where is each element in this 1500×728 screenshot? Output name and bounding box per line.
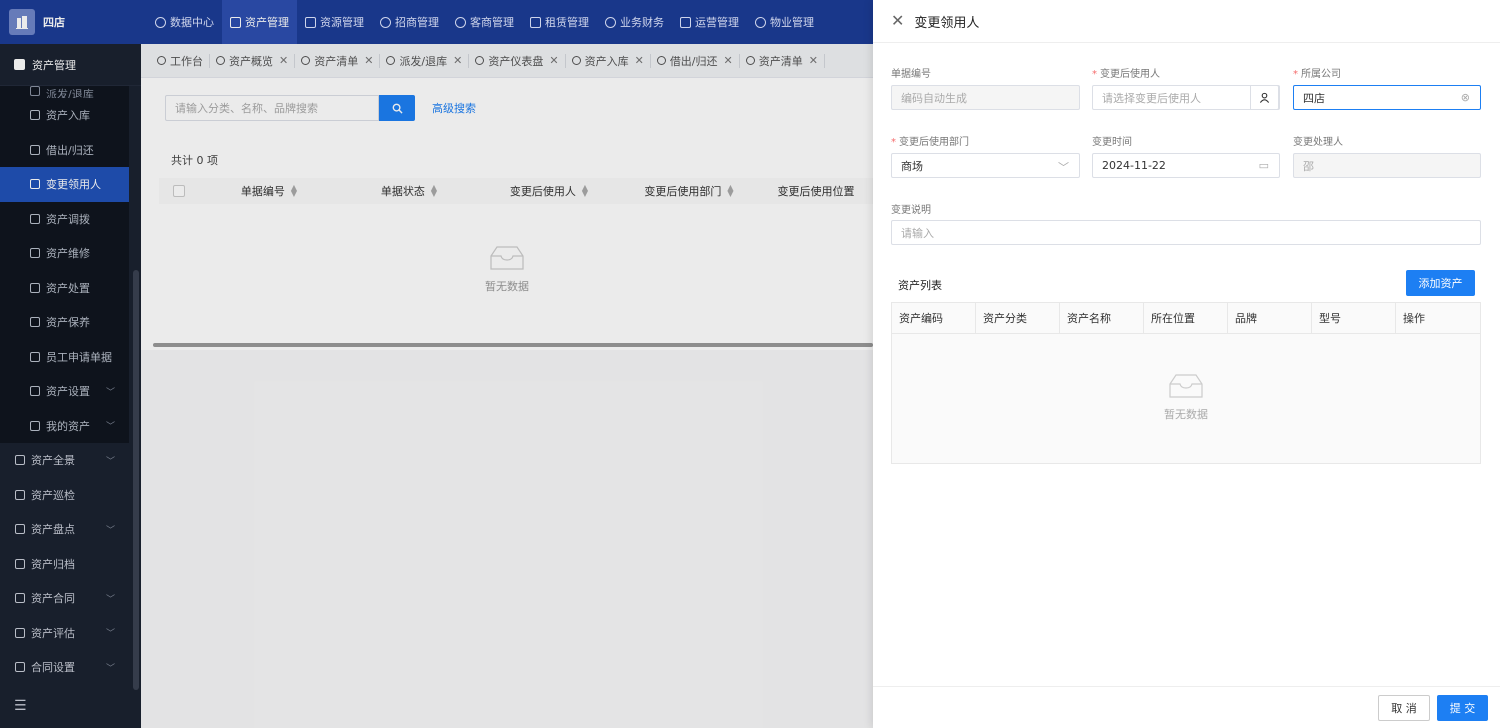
asset-table-header: 资产编码 资产分类 资产名称 所在位置 品牌 型号 操作 [892, 303, 1480, 334]
asset-list-title: 资产列表 [898, 279, 942, 292]
handler-field: 邵 [1293, 153, 1481, 178]
cancel-button[interactable]: 取 消 [1378, 695, 1430, 721]
drawer-title: 变更领用人 [914, 15, 980, 31]
doc-no-label: 单据编号 [891, 69, 931, 80]
company-label: * 所属公司 [1293, 69, 1341, 80]
company-select[interactable]: 四店 ⊗ [1293, 85, 1481, 110]
select-user-button[interactable] [1250, 85, 1279, 110]
description-input[interactable]: 请输入 [891, 220, 1481, 245]
new-user-input[interactable]: 请选择变更后使用人 [1092, 85, 1280, 110]
clear-icon[interactable]: ⊗ [1461, 91, 1470, 104]
doc-no-field: 编码自动生成 [891, 85, 1080, 110]
user-icon [1259, 92, 1270, 103]
calendar-icon: ▭ [1258, 159, 1269, 172]
column-model: 型号 [1312, 303, 1396, 333]
column-asset-name: 资产名称 [1060, 303, 1144, 333]
drawer-footer: 取 消 提 交 [873, 686, 1500, 728]
submit-button[interactable]: 提 交 [1437, 695, 1488, 721]
column-brand: 品牌 [1228, 303, 1312, 333]
empty-box-icon [1169, 374, 1203, 398]
column-location: 所在位置 [1144, 303, 1228, 333]
new-user-label: * 变更后使用人 [1092, 69, 1160, 80]
change-user-drawer: ✕ 变更领用人 单据编号 编码自动生成 * 变更后使用人 请选择变更后使用人 * 所… [873, 0, 1500, 728]
change-time-picker[interactable]: 2024-11-22 ▭ [1092, 153, 1280, 178]
drawer-header: ✕ 变更领用人 [873, 0, 1500, 43]
asset-table: 资产编码 资产分类 资产名称 所在位置 品牌 型号 操作 暂无数据 [891, 302, 1481, 464]
chevron-down-icon: ﹀ [1058, 161, 1069, 174]
column-asset-code: 资产编码 [892, 303, 976, 333]
asset-empty-state: 暂无数据 [892, 372, 1480, 422]
change-time-label: 变更时间 [1092, 137, 1132, 148]
add-asset-button[interactable]: 添加资产 [1406, 270, 1475, 296]
drawer-mask[interactable] [0, 0, 873, 728]
description-label: 变更说明 [891, 205, 931, 216]
close-icon[interactable]: ✕ [891, 13, 904, 29]
column-action: 操作 [1403, 312, 1425, 325]
handler-label: 变更处理人 [1293, 137, 1343, 148]
department-select[interactable]: 商场 ﹀ [891, 153, 1080, 178]
asset-table-body: 暂无数据 [892, 334, 1480, 463]
column-asset-category: 资产分类 [976, 303, 1060, 333]
department-label: * 变更后使用部门 [891, 137, 969, 148]
